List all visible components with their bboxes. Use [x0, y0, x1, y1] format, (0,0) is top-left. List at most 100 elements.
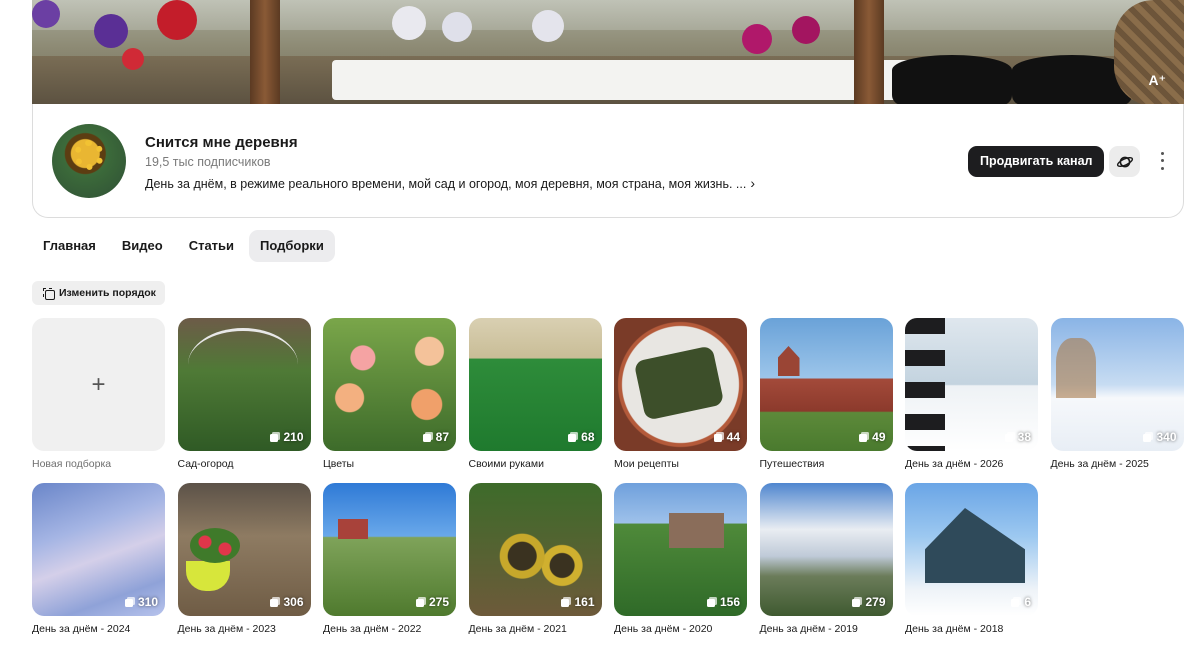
collection-tile[interactable]: 156 День за днём - 2020 [614, 483, 747, 635]
collection-label[interactable]: День за днём - 2018 [905, 623, 1038, 635]
collection-label[interactable]: Сад-огород [178, 458, 311, 470]
collection-thumb[interactable]: 310 [32, 483, 165, 616]
collection-label[interactable]: Мои рецепты [614, 458, 747, 470]
collection-thumb[interactable]: 340 [1050, 318, 1184, 451]
collection-count-value: 38 [1017, 430, 1031, 444]
collection-label[interactable]: День за днём - 2025 [1051, 458, 1184, 470]
new-collection-label: Новая подборка [32, 458, 112, 470]
collection-count: 210 [270, 430, 304, 444]
collection-count-value: 279 [865, 595, 886, 609]
collection-thumb[interactable]: 279 [759, 483, 893, 616]
collection-count-value: 44 [726, 430, 740, 444]
promote-channel-button[interactable]: Продвигать канал [968, 146, 1105, 177]
banner-flower [32, 0, 60, 28]
collection-tile[interactable]: 310 День за днём - 2024 [32, 483, 165, 635]
stack-icon [422, 432, 433, 442]
stack-icon [1004, 432, 1015, 442]
reorder-button[interactable]: Изменить порядок [32, 281, 165, 305]
collection-tile[interactable]: 279 День за днём - 2019 [759, 483, 893, 635]
collection-thumb[interactable]: 68 [468, 318, 602, 451]
collection-label[interactable]: Своими руками [469, 458, 602, 470]
collection-tile[interactable]: 275 День за днём - 2022 [323, 483, 456, 635]
collection-tile[interactable]: 6 День за днём - 2018 [905, 483, 1038, 635]
collection-tile[interactable]: 49 Путешествия [759, 318, 893, 470]
collection-thumb[interactable]: 210 [177, 318, 311, 451]
collection-thumb[interactable]: 44 [614, 318, 747, 451]
collection-count-value: 68 [581, 430, 595, 444]
collection-count-value: 6 [1024, 595, 1031, 609]
collection-tile[interactable]: 306 День за днём - 2023 [177, 483, 311, 635]
collection-thumb[interactable]: 87 [323, 318, 456, 451]
collection-count: 87 [422, 430, 449, 444]
collection-thumb[interactable]: 156 [614, 483, 747, 616]
channel-banner: A⁺ [32, 0, 1184, 106]
channel-description[interactable]: День за днём, в режиме реального времени… [145, 175, 755, 191]
collection-label[interactable]: День за днём - 2019 [760, 623, 893, 635]
stack-icon [1143, 432, 1154, 442]
tab-video[interactable]: Видео [111, 230, 174, 262]
collection-count: 68 [568, 430, 595, 444]
collection-count-value: 275 [428, 595, 449, 609]
reorder-icon [43, 287, 55, 300]
stack-icon [270, 432, 281, 442]
more-vertical-icon[interactable] [1153, 150, 1171, 172]
collection-label[interactable]: День за днём - 2026 [905, 458, 1038, 470]
tab-main[interactable]: Главная [32, 230, 107, 262]
collection-label[interactable]: День за днём - 2023 [178, 623, 311, 635]
stack-icon [415, 597, 426, 607]
collection-count-value: 161 [574, 595, 595, 609]
stack-icon [852, 597, 863, 607]
collection-tile[interactable]: 68 Своими руками [468, 318, 602, 470]
stack-icon [713, 432, 724, 442]
collection-label[interactable]: День за днём - 2021 [469, 623, 602, 635]
collection-count: 161 [561, 595, 595, 609]
banner-basket [1114, 0, 1184, 106]
tab-collections[interactable]: Подборки [249, 230, 335, 262]
collection-count-value: 156 [719, 595, 740, 609]
collection-thumb[interactable]: 49 [759, 318, 893, 451]
collection-label[interactable]: День за днём - 2022 [323, 623, 456, 635]
planet-button[interactable] [1109, 146, 1140, 177]
banner-post [854, 0, 884, 106]
tab-articles[interactable]: Статьи [178, 230, 245, 262]
collection-label[interactable]: Путешествия [760, 458, 893, 470]
collection-tile[interactable]: 210 Сад-огород [177, 318, 311, 470]
collection-label[interactable]: День за днём - 2020 [614, 623, 747, 635]
chevron-right-icon[interactable]: › [750, 175, 755, 191]
collection-count-value: 306 [283, 595, 304, 609]
collection-count-value: 49 [872, 430, 886, 444]
planet-icon [1116, 156, 1133, 167]
collection-tile[interactable]: 44 Мои рецепты [614, 318, 747, 470]
collection-tile[interactable]: 87 Цветы [323, 318, 456, 470]
collection-thumb[interactable]: 161 [468, 483, 602, 616]
collection-tile[interactable]: 340 День за днём - 2025 [1050, 318, 1184, 470]
collection-thumb[interactable]: 6 [905, 483, 1038, 616]
banner-flower [442, 12, 472, 42]
collection-thumb[interactable]: 306 [177, 483, 311, 616]
collection-count-value: 87 [435, 430, 449, 444]
collection-tile[interactable]: 161 День за днём - 2021 [468, 483, 602, 635]
stack-icon [859, 432, 870, 442]
banner-flower [157, 0, 197, 40]
stack-icon [561, 597, 572, 607]
collection-count: 306 [270, 595, 304, 609]
collection-thumb[interactable]: 38 [905, 318, 1038, 451]
channel-title: Снится мне деревня [145, 134, 298, 151]
collection-count: 6 [1011, 595, 1031, 609]
collection-count: 44 [713, 430, 740, 444]
collection-label[interactable]: Цветы [323, 458, 456, 470]
new-collection-thumb[interactable]: + [32, 318, 165, 451]
new-collection-tile[interactable]: + Новая подборка [32, 318, 165, 470]
banner-flower [742, 24, 772, 54]
collection-thumb[interactable]: 275 [323, 483, 456, 616]
channel-avatar[interactable] [52, 124, 126, 198]
font-size-badge[interactable]: A⁺ [1149, 72, 1167, 89]
banner-flower [392, 6, 426, 40]
collection-count: 310 [124, 595, 158, 609]
collection-tile[interactable]: 38 День за днём - 2026 [905, 318, 1038, 470]
collection-count: 38 [1004, 430, 1031, 444]
collection-count-value: 210 [283, 430, 304, 444]
banner-flower [122, 48, 144, 70]
collection-label[interactable]: День за днём - 2024 [32, 623, 165, 635]
plus-icon: + [91, 370, 106, 398]
